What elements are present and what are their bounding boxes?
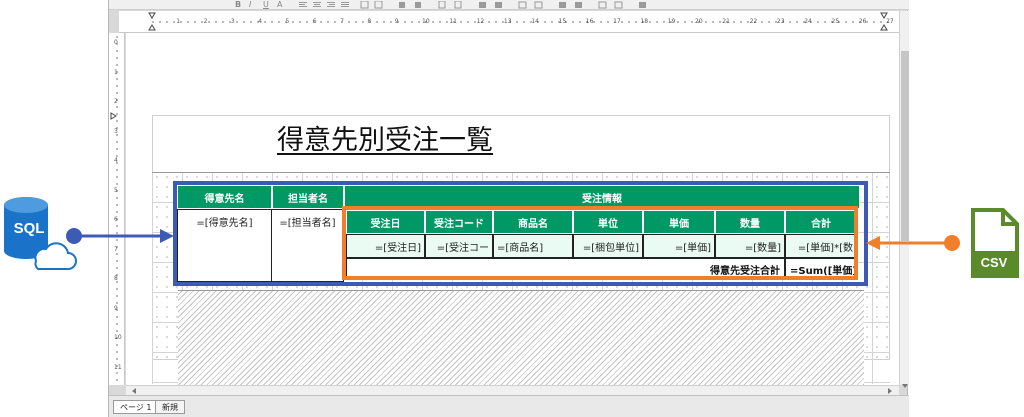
section-separator bbox=[178, 290, 864, 291]
scroll-down-icon[interactable] bbox=[901, 383, 909, 389]
scroll-thumb[interactable] bbox=[901, 51, 909, 241]
ruler-number: 12 bbox=[476, 18, 485, 25]
horizontal-scrollbar[interactable] bbox=[126, 385, 899, 395]
hatched-unused-area bbox=[178, 290, 864, 385]
ruler-number: 5 bbox=[285, 18, 290, 25]
ruler-number: 0 bbox=[114, 39, 118, 46]
ruler-number: 6 bbox=[114, 216, 118, 223]
ruler-number: 17 bbox=[613, 18, 621, 25]
csv-binding-frame bbox=[342, 206, 858, 280]
ruler-number: 14 bbox=[531, 18, 539, 25]
csv-label: CSV bbox=[980, 255, 1008, 270]
font-color-button[interactable]: A bbox=[277, 0, 282, 9]
scroll-left-icon[interactable] bbox=[130, 387, 138, 395]
ruler-number: 16 bbox=[585, 18, 594, 25]
ruler-number: 10 bbox=[422, 18, 430, 25]
tab-new[interactable]: 新規 bbox=[155, 400, 185, 414]
top-margin-marker bbox=[110, 112, 117, 120]
tab-page-1[interactable]: ページ 1 bbox=[113, 400, 159, 414]
ruler-number: 24 bbox=[804, 18, 812, 25]
ruler-number: 26 bbox=[858, 18, 867, 25]
ruler-number: 20 bbox=[695, 18, 703, 25]
ruler-number: 9 bbox=[394, 18, 399, 25]
ruler-number: 22 bbox=[749, 18, 758, 25]
report-title[interactable]: 得意先別受注一覧 bbox=[240, 118, 530, 157]
ruler-number: 1 bbox=[176, 18, 181, 25]
alignment-icons[interactable] bbox=[299, 1, 719, 9]
vertical-ruler[interactable]: 0 1 2 3 4 5 6 7 8 9 10 11 bbox=[109, 33, 125, 385]
ruler-number: 11 bbox=[114, 363, 122, 371]
sql-arrow bbox=[66, 228, 174, 244]
ruler-number: 10 bbox=[114, 334, 122, 341]
ruler-number: 7 bbox=[340, 18, 344, 25]
scroll-right-icon[interactable] bbox=[886, 387, 894, 395]
ruler-number: 9 bbox=[114, 304, 118, 312]
vertical-scrollbar[interactable] bbox=[899, 11, 909, 388]
screenshot-root: B I U A 1 2 3 4 5 6 7 8 9 10 11 12 13 14… bbox=[0, 0, 1024, 417]
ruler-number: 21 bbox=[722, 18, 730, 25]
ruler-number: 2 bbox=[114, 98, 118, 105]
ruler-number: 5 bbox=[114, 186, 118, 194]
csv-arrow bbox=[866, 235, 960, 251]
sql-label: SQL bbox=[13, 220, 45, 237]
ruler-number: 1 bbox=[114, 68, 118, 76]
ruler-number: 3 bbox=[114, 127, 118, 135]
ruler-number: 8 bbox=[367, 18, 372, 25]
ruler-number: 4 bbox=[258, 18, 263, 25]
ruler-number: 15 bbox=[558, 18, 567, 25]
ruler-number: 3 bbox=[230, 18, 235, 25]
ruler-number: 25 bbox=[831, 18, 840, 25]
ruler-number: 8 bbox=[114, 275, 118, 282]
underline-button[interactable]: U bbox=[263, 0, 269, 9]
horizontal-ruler[interactable]: 1 2 3 4 5 6 7 8 9 10 11 12 13 14 15 16 17 18 19 20 21 22 23 24 2… bbox=[119, 11, 899, 33]
ruler-number: 23 bbox=[776, 18, 785, 25]
section-separator bbox=[152, 172, 890, 173]
ruler-number: 7 bbox=[114, 245, 118, 253]
left-margin-marker bbox=[148, 12, 156, 19]
ruler-number: 19 bbox=[667, 18, 676, 25]
ruler-number: 2 bbox=[203, 18, 208, 25]
ruler-number: 27 bbox=[886, 18, 894, 25]
ruler-number: 18 bbox=[640, 18, 649, 25]
bold-button[interactable]: B bbox=[235, 0, 241, 9]
page-tab-bar: ページ 1 新規 bbox=[109, 395, 909, 417]
italic-button[interactable]: I bbox=[249, 0, 251, 9]
ruler-number: 6 bbox=[312, 18, 317, 25]
ruler-number: 13 bbox=[503, 18, 512, 25]
vruler-ticks bbox=[110, 36, 118, 381]
ruler-number: 11 bbox=[449, 18, 457, 25]
format-toolbar: B I U A bbox=[109, 0, 909, 10]
ruler-number: 4 bbox=[114, 157, 118, 164]
